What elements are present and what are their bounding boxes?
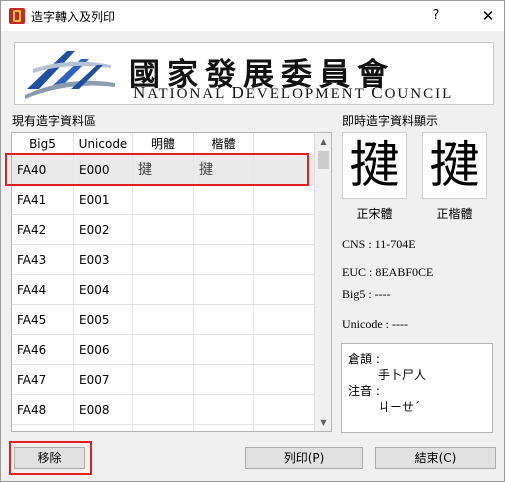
cell-unicode: E004 bbox=[74, 275, 133, 305]
header-big5[interactable]: Big5 bbox=[12, 133, 74, 155]
table-row[interactable]: FA44 E004 bbox=[12, 275, 314, 305]
cell-big5: FA46 bbox=[12, 335, 74, 365]
big5-code: Big5 : ---- bbox=[342, 287, 391, 301]
table-row[interactable]: FA41 E001 bbox=[12, 185, 314, 215]
title-bar: 造字轉入及列印 ? ✕ bbox=[1, 1, 504, 31]
cns-code: CNS : 11-704E bbox=[342, 237, 416, 251]
zhuyin-value: ㄐㄧㄝˊ bbox=[378, 400, 421, 414]
cell-ming bbox=[133, 185, 194, 215]
print-button[interactable]: 列印(P) bbox=[245, 447, 363, 469]
scroll-down-arrow-icon[interactable]: ▼ bbox=[315, 414, 331, 431]
cell-big5: FA44 bbox=[12, 275, 74, 305]
cell-big5: FA41 bbox=[12, 185, 74, 215]
cangjie-label: 倉頡 : bbox=[348, 352, 380, 366]
cell-unicode bbox=[74, 425, 133, 431]
scroll-up-arrow-icon[interactable]: ▲ bbox=[315, 133, 331, 150]
cell-ming bbox=[133, 275, 194, 305]
window-title: 造字轉入及列印 bbox=[31, 10, 116, 24]
table-header: Big5 Unicode 明體 楷體 bbox=[12, 133, 314, 155]
cell-ming bbox=[133, 215, 194, 245]
cell-big5: FA47 bbox=[12, 365, 74, 395]
cell-kai bbox=[194, 275, 254, 305]
remove-button[interactable]: 移除 bbox=[14, 447, 85, 469]
cell-big5: FA48 bbox=[12, 395, 74, 425]
cell-big5: FA40 bbox=[12, 155, 74, 185]
table-row[interactable]: FA43 E003 bbox=[12, 245, 314, 275]
table-row[interactable]: FA42 E002 bbox=[12, 215, 314, 245]
cell-ming: 揵 bbox=[133, 155, 194, 185]
cell-kai bbox=[194, 425, 254, 431]
dialog-window: 造字轉入及列印 ? ✕ 國家發展委員會 NATIONAL DEVELOPMENT… bbox=[0, 0, 505, 482]
cell-unicode: E000 bbox=[74, 155, 133, 185]
header-kai[interactable]: 楷體 bbox=[194, 133, 254, 155]
ndc-logo-icon bbox=[25, 51, 115, 99]
exit-button[interactable]: 結束(C) bbox=[375, 447, 496, 469]
help-button[interactable]: ? bbox=[419, 4, 453, 28]
caption-kai: 正楷體 bbox=[436, 207, 473, 221]
unicode-code: Unicode : ---- bbox=[342, 317, 408, 331]
zhuyin-label: 注音 : bbox=[348, 384, 380, 398]
euc-code: EUC : 8EABF0CE bbox=[342, 265, 434, 279]
table-row[interactable] bbox=[12, 425, 314, 431]
input-code-box: 倉頡 : 手卜尸人 注音 : ㄐㄧㄝˊ bbox=[341, 343, 493, 433]
cell-kai bbox=[194, 305, 254, 335]
existing-data-label: 現有造字資料區 bbox=[12, 114, 97, 128]
custom-char-table[interactable]: Big5 Unicode 明體 楷體 FA40 E000 揵揵 FA41 E001 FA4… bbox=[11, 132, 332, 432]
cell-unicode: E005 bbox=[74, 305, 133, 335]
cell-unicode: E006 bbox=[74, 335, 133, 365]
cell-kai bbox=[194, 365, 254, 395]
cell-kai bbox=[194, 215, 254, 245]
header-ming[interactable]: 明體 bbox=[133, 133, 194, 155]
cell-kai bbox=[194, 335, 254, 365]
table-row[interactable]: FA45 E005 bbox=[12, 305, 314, 335]
cell-big5: FA42 bbox=[12, 215, 74, 245]
cell-ming bbox=[133, 395, 194, 425]
cell-ming bbox=[133, 305, 194, 335]
cell-ming bbox=[133, 365, 194, 395]
cell-kai: 揵 bbox=[194, 155, 254, 185]
table-row[interactable]: FA46 E006 bbox=[12, 335, 314, 365]
close-window-button[interactable]: ✕ bbox=[471, 4, 505, 28]
cell-unicode: E007 bbox=[74, 365, 133, 395]
caption-song: 正宋體 bbox=[356, 207, 393, 221]
cell-kai bbox=[194, 245, 254, 275]
cangjie-value: 手卜尸人 bbox=[378, 368, 427, 382]
ndc-banner: 國家發展委員會 NATIONAL DEVELOPMENT COUNCIL bbox=[14, 42, 494, 105]
cell-ming bbox=[133, 425, 194, 431]
banner-english-title: NATIONAL DEVELOPMENT COUNCIL bbox=[133, 83, 454, 102]
cell-unicode: E002 bbox=[74, 215, 133, 245]
cell-ming bbox=[133, 335, 194, 365]
cell-unicode: E008 bbox=[74, 395, 133, 425]
preview-kai-glyph: 揵 bbox=[422, 132, 487, 199]
table-row[interactable]: FA47 E007 bbox=[12, 365, 314, 395]
cell-big5: FA45 bbox=[12, 305, 74, 335]
cell-big5: FA43 bbox=[12, 245, 74, 275]
cell-kai bbox=[194, 185, 254, 215]
scroll-thumb[interactable] bbox=[318, 151, 329, 169]
cell-unicode: E001 bbox=[74, 185, 133, 215]
realtime-display-label: 即時造字資料顯示 bbox=[342, 114, 439, 128]
preview-song-glyph: 揵 bbox=[342, 132, 407, 199]
table-row[interactable]: FA48 E008 bbox=[12, 395, 314, 425]
cell-unicode: E003 bbox=[74, 245, 133, 275]
table-scrollbar[interactable]: ▲ ▼ bbox=[314, 133, 331, 431]
app-icon bbox=[9, 8, 25, 24]
cell-kai bbox=[194, 395, 254, 425]
cell-big5 bbox=[12, 425, 74, 431]
cell-ming bbox=[133, 245, 194, 275]
table-row[interactable]: FA40 E000 揵揵 bbox=[12, 155, 314, 185]
header-unicode[interactable]: Unicode bbox=[74, 133, 133, 155]
